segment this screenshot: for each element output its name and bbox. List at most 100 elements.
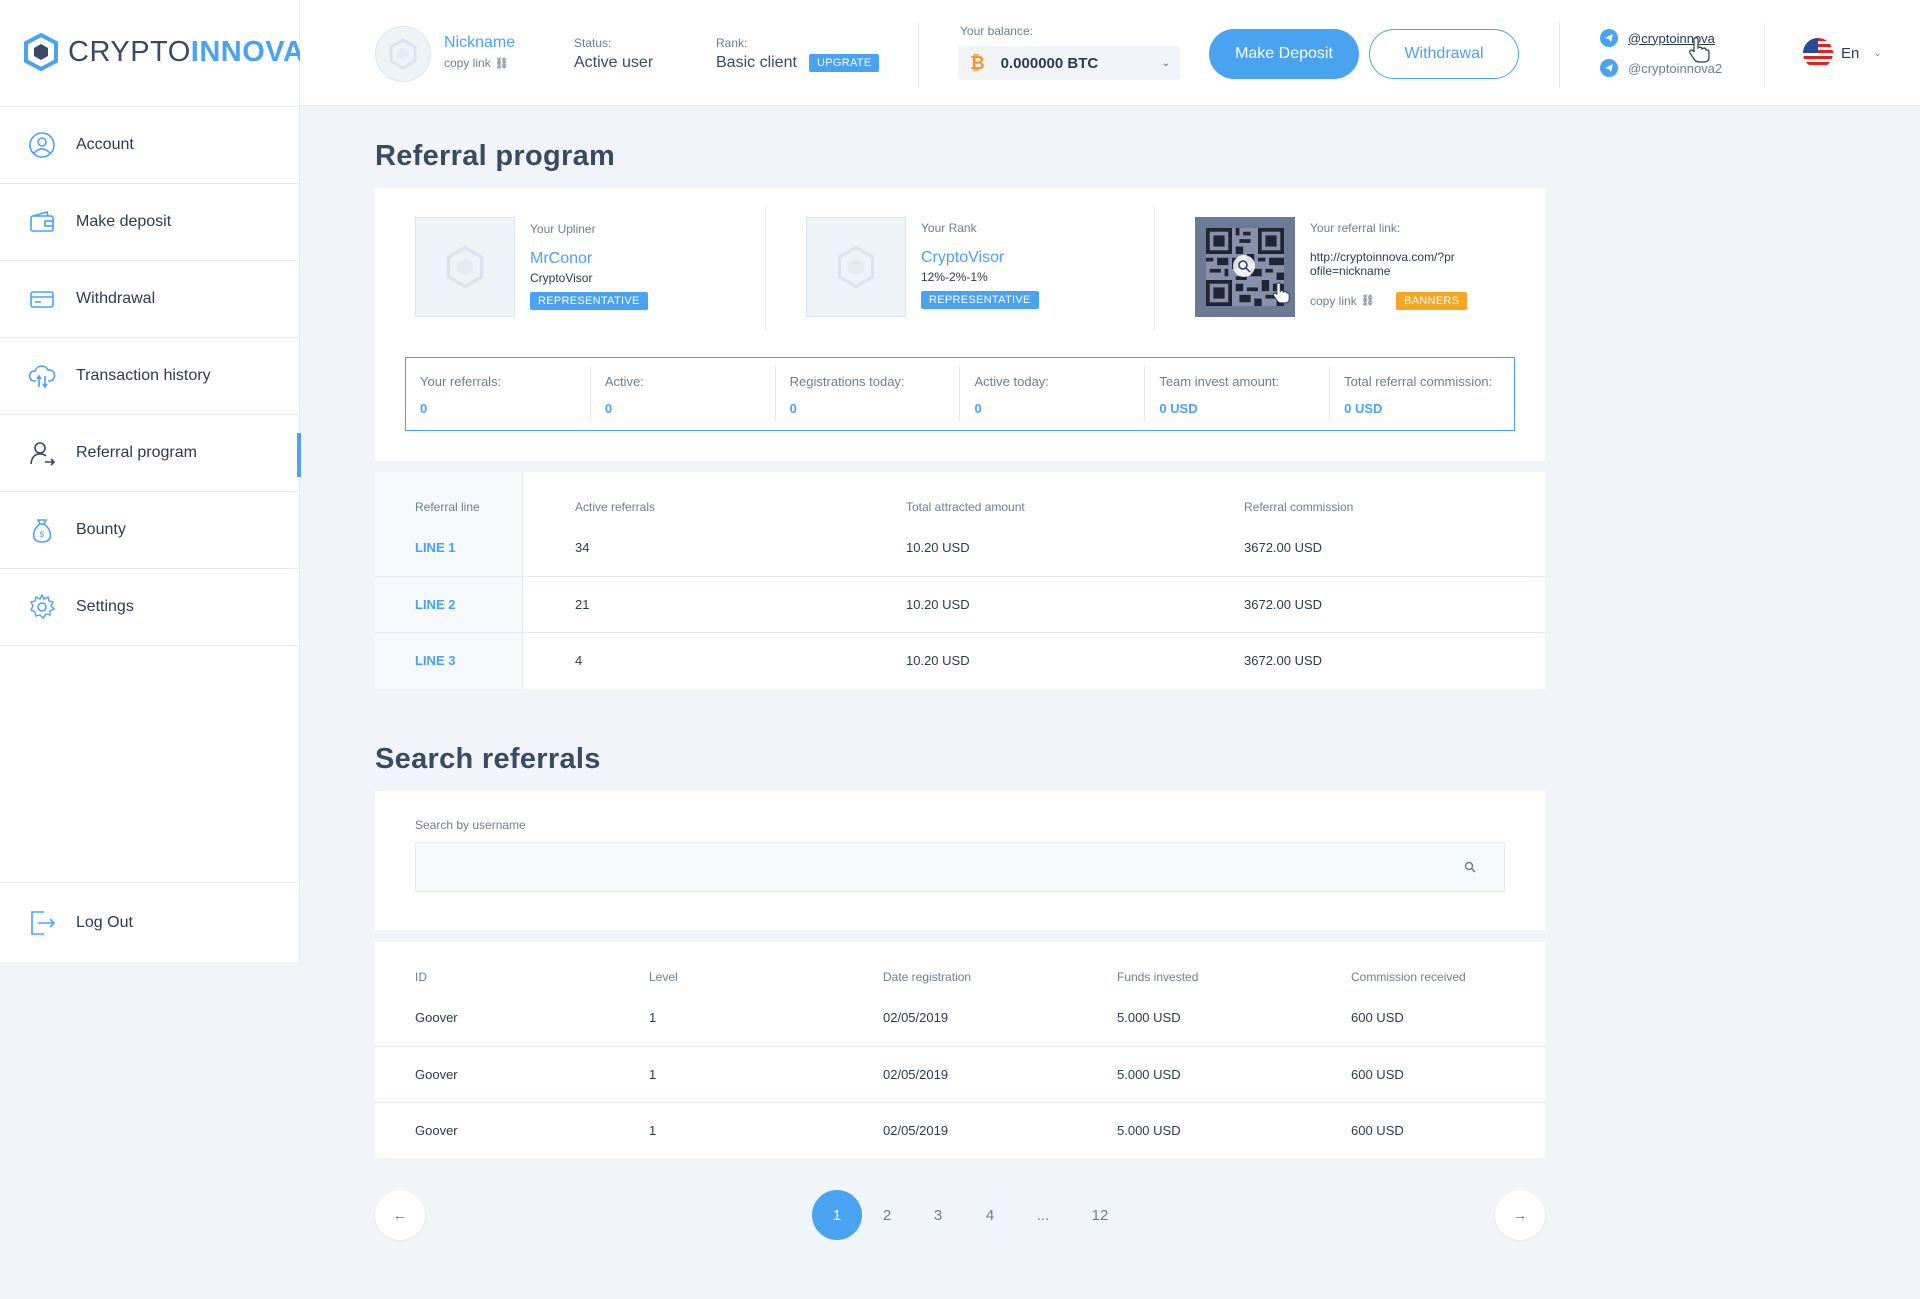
sidebar-item-label: Referral program — [76, 444, 197, 461]
stat-value: 0 — [604, 401, 613, 416]
attracted-amount: 10.20 USD — [906, 540, 970, 555]
stat-value: 0 — [789, 401, 797, 416]
user-avatar[interactable] — [375, 26, 431, 82]
sidebar-item-label: Withdrawal — [76, 290, 156, 307]
card-divider — [1154, 205, 1155, 330]
logo-hex-icon — [24, 33, 58, 71]
us-flag-icon — [1803, 38, 1833, 68]
page-1-button[interactable]: 1 — [812, 1190, 862, 1240]
referral-lines-table: Referral line Active referrals Total att… — [375, 472, 1545, 689]
wallet-icon — [28, 208, 56, 236]
line-link[interactable]: LINE 1 — [415, 540, 455, 555]
prev-page-button[interactable]: ← — [375, 1190, 425, 1240]
sidebar-item-account[interactable]: Account — [0, 107, 300, 184]
referral-link-line2: ofile=nickname — [1310, 264, 1391, 278]
card-divider — [765, 205, 766, 330]
search-section-title: Search referrals — [375, 743, 601, 775]
logout-button[interactable]: Log Out — [0, 882, 300, 962]
rank-badge: REPRESENTATIVE — [921, 291, 1039, 309]
sidebar: CRYPTOINNOVA Account Make deposit Withdr… — [0, 0, 304, 962]
stat-label: Team invest amount: — [1159, 374, 1280, 389]
sidebar-item-withdrawal[interactable]: Withdrawal — [0, 261, 300, 338]
sidebar-item-make-deposit[interactable]: Make deposit — [0, 184, 300, 261]
next-page-button[interactable]: → — [1495, 1190, 1545, 1240]
hand-cursor-icon — [1689, 37, 1710, 63]
balance-select[interactable]: ₿ 0.000000 BTC ⌄ — [958, 46, 1180, 80]
copy-link-label: copy link — [1310, 294, 1357, 308]
commission-received: 600 USD — [1351, 1123, 1404, 1138]
sidebar-nav: Account Make deposit Withdrawal Transact… — [0, 106, 301, 646]
upliner-avatar — [415, 217, 515, 317]
language-select[interactable]: En ⌄ — [1803, 38, 1882, 68]
table-row[interactable]: Goover 1 02/05/2019 5.000 USD 600 USD — [375, 1046, 1545, 1102]
rank-avatar — [806, 217, 906, 317]
table-header: Level — [649, 970, 678, 984]
table-row[interactable]: Goover 1 02/05/2019 5.000 USD 600 USD — [375, 1102, 1545, 1158]
sidebar-item-settings[interactable]: Settings — [0, 569, 300, 646]
header-copy-link[interactable]: copy link ⛓ — [444, 56, 509, 70]
sidebar-item-transaction-history[interactable]: Transaction history — [0, 338, 300, 415]
chevron-down-icon: ⌄ — [1161, 57, 1170, 69]
search-input[interactable] — [415, 842, 1505, 892]
registration-date: 02/05/2019 — [883, 1067, 949, 1082]
referral-level: 1 — [649, 1010, 657, 1025]
referral-link-label: Your referral link: — [1310, 221, 1401, 235]
table-header: Funds invested — [1117, 970, 1199, 984]
cloud-transfer-icon — [28, 362, 56, 390]
stat-item: Active: 0 — [591, 366, 776, 422]
user-arrow-icon — [28, 439, 56, 467]
stat-value: 0 — [420, 401, 428, 416]
avatar-placeholder-icon — [389, 38, 417, 70]
status-label: Status: — [574, 36, 612, 50]
upliner-name-link[interactable]: MrConor — [530, 250, 592, 268]
stat-item: Registrations today: 0 — [776, 366, 961, 422]
credit-card-icon — [28, 285, 56, 313]
page-4-button[interactable]: 4 — [965, 1190, 1015, 1240]
referral-level: 1 — [649, 1067, 657, 1082]
rank-name-link[interactable]: CryptoVisor — [921, 249, 1004, 267]
stat-item: Active today: 0 — [960, 366, 1146, 422]
referrals-table: ID Level Date registration Funds investe… — [375, 942, 1545, 1158]
nickname-link[interactable]: Nickname — [444, 34, 515, 52]
sidebar-item-referral-program[interactable]: Referral program — [0, 415, 301, 492]
upliner-label: Your Upliner — [530, 222, 596, 236]
table-header: Date registration — [883, 970, 972, 984]
telegram-icon — [1600, 59, 1618, 77]
referral-copy-link[interactable]: copy link ⛓ — [1310, 294, 1375, 308]
page-ellipsis: ... — [1036, 1206, 1050, 1224]
stat-item: Your referrals: 0 — [406, 366, 591, 422]
brand-logo[interactable]: CRYPTOINNOVA — [24, 32, 304, 72]
referral-stats-bar: Your referrals: 0 Active: 0 Registrations … — [405, 357, 1515, 431]
header-divider — [918, 22, 919, 88]
header-divider — [1559, 22, 1560, 88]
line-link[interactable]: LINE 3 — [415, 653, 455, 668]
stat-value: 0 — [974, 401, 982, 416]
status-value: Active user — [574, 54, 654, 71]
page-3-button[interactable]: 3 — [913, 1190, 963, 1240]
page-12-button[interactable]: 12 — [1075, 1190, 1125, 1240]
banners-button[interactable]: BANNERS — [1396, 292, 1468, 310]
language-label: En — [1841, 44, 1860, 62]
registration-date: 02/05/2019 — [883, 1123, 949, 1138]
telegram-icon — [1600, 29, 1618, 47]
sidebar-item-bounty[interactable]: $ Bounty — [0, 492, 300, 569]
table-row[interactable]: Goover 1 02/05/2019 5.000 USD 600 USD — [375, 990, 1545, 1046]
page-2-button[interactable]: 2 — [862, 1190, 912, 1240]
funds-invested: 5.000 USD — [1117, 1067, 1181, 1082]
stat-label: Active: — [604, 374, 644, 389]
zoom-icon — [1233, 255, 1255, 277]
registration-date: 02/05/2019 — [883, 1010, 949, 1025]
upliner-badge: REPRESENTATIVE — [530, 292, 648, 310]
referral-id: Goover — [415, 1010, 458, 1025]
referral-id: Goover — [415, 1123, 458, 1138]
referral-level: 1 — [649, 1123, 657, 1138]
withdrawal-button[interactable]: Withdrawal — [1369, 29, 1519, 79]
page-title: Referral program — [375, 140, 616, 172]
stat-item: Team invest amount: 0 USD — [1145, 366, 1331, 422]
upgrade-badge[interactable]: UPGRATE — [809, 54, 880, 72]
rank-label: Rank: — [716, 36, 748, 50]
gear-icon — [28, 593, 56, 621]
make-deposit-button[interactable]: Make Deposit — [1209, 29, 1359, 79]
table-header: ID — [415, 970, 427, 984]
line-link[interactable]: LINE 2 — [415, 597, 455, 612]
